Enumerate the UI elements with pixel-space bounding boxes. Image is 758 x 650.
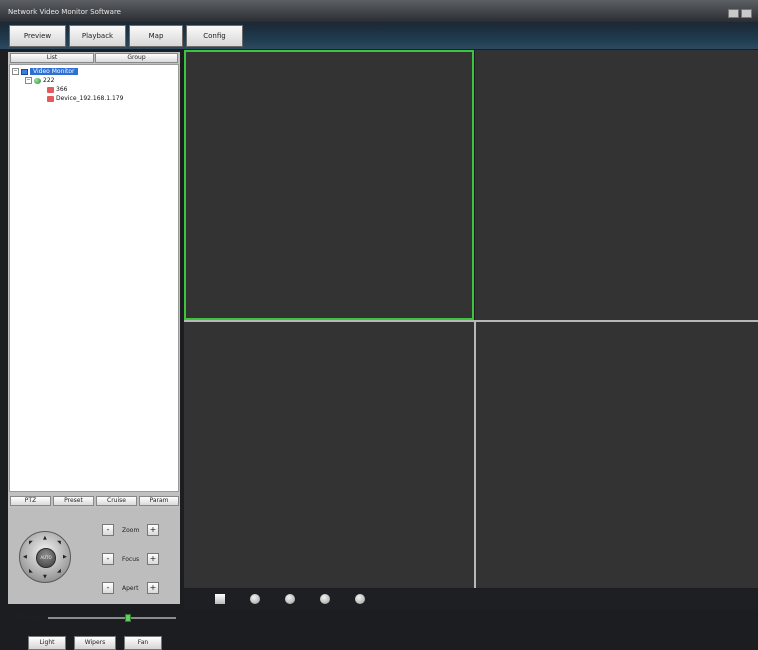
tab-config[interactable]: Config	[186, 25, 243, 47]
arrow-right-icon[interactable]: ▶	[63, 554, 67, 560]
globe-icon	[34, 77, 41, 84]
light-button[interactable]: Light	[28, 636, 66, 650]
next-icon[interactable]	[320, 594, 330, 604]
tree-root-label: Video Monitor	[30, 68, 78, 75]
tree-device-label: 366	[56, 86, 68, 93]
tab-param[interactable]: Param	[139, 496, 179, 506]
ptz-speed-handle[interactable]	[124, 614, 131, 622]
arrow-down-right-icon[interactable]: ◢	[57, 568, 61, 574]
title-bar: Network Video Monitor Software	[0, 0, 758, 22]
ptz-speed-label: PTZ Speed	[13, 614, 46, 621]
arrow-up-left-icon[interactable]: ◤	[29, 540, 33, 546]
arrow-up-icon[interactable]: ▲	[43, 535, 47, 541]
collapse-icon[interactable]: −	[25, 77, 32, 84]
tab-preset[interactable]: Preset	[53, 496, 94, 506]
device-tree[interactable]: − Video Monitor − 222 366 Device_192.168.1…	[9, 64, 179, 492]
tree-device-label: Device_192.168.1.179	[56, 95, 124, 102]
sidebar: List Group − Video Monitor − 222 366 Devic…	[8, 52, 180, 650]
video-pane-1[interactable]	[184, 50, 474, 320]
tab-playback[interactable]: Playback	[69, 25, 126, 47]
focus-label: Focus	[122, 556, 140, 563]
grid-layout-icon[interactable]	[215, 594, 225, 604]
aperture-plus-button[interactable]: +	[147, 582, 159, 594]
video-pane-3[interactable]	[184, 322, 474, 588]
tab-map[interactable]: Map	[129, 25, 183, 47]
arrow-down-left-icon[interactable]: ◣	[29, 568, 33, 574]
video-pane-4[interactable]	[476, 322, 758, 588]
focus-minus-button[interactable]: -	[102, 553, 114, 565]
arrow-down-icon[interactable]: ▼	[43, 574, 47, 580]
arrow-up-right-icon[interactable]: ◥	[57, 540, 61, 546]
monitor-icon	[21, 68, 28, 75]
tree-root[interactable]: − Video Monitor	[12, 67, 78, 76]
tab-list[interactable]: List	[10, 53, 94, 63]
tree-group-label: 222	[43, 77, 55, 84]
aperture-label: Apert	[122, 585, 139, 592]
aperture-minus-button[interactable]: -	[102, 582, 114, 594]
fullscreen-icon[interactable]	[355, 594, 365, 604]
tab-group[interactable]: Group	[95, 53, 178, 63]
ptz-direction-pad[interactable]: ▲ ▼ ◀ ▶ ◤ ◥ ◣ ◢ AUTO	[19, 531, 71, 583]
arrow-left-icon[interactable]: ◀	[23, 554, 27, 560]
stop-all-icon[interactable]	[250, 594, 260, 604]
collapse-icon[interactable]: −	[12, 68, 19, 75]
previous-icon[interactable]	[285, 594, 295, 604]
tree-group[interactable]: − 222	[25, 76, 54, 85]
tree-device-192[interactable]: Device_192.168.1.179	[47, 94, 123, 103]
ptz-panel: ▲ ▼ ◀ ▶ ◤ ◥ ◣ ◢ AUTO - Zoom + - Focus + …	[8, 508, 180, 650]
tab-preview[interactable]: Preview	[9, 25, 66, 47]
zoom-plus-button[interactable]: +	[147, 524, 159, 536]
fan-button[interactable]: Fan	[124, 636, 162, 650]
zoom-minus-button[interactable]: -	[102, 524, 114, 536]
window-title: Network Video Monitor Software	[8, 8, 121, 16]
camera-icon	[47, 95, 54, 102]
tree-device-366[interactable]: 366	[47, 85, 67, 94]
close-button[interactable]	[741, 9, 752, 18]
playback-toolbar	[184, 589, 758, 609]
camera-icon	[47, 86, 54, 93]
zoom-label: Zoom	[122, 527, 140, 534]
video-pane-2[interactable]	[475, 50, 758, 320]
ptz-speed-slider[interactable]	[48, 614, 176, 622]
focus-plus-button[interactable]: +	[147, 553, 159, 565]
ptz-auto-button[interactable]: AUTO	[36, 548, 56, 568]
main-nav: Preview Playback Map Config	[0, 22, 758, 49]
wipers-button[interactable]: Wipers	[74, 636, 116, 650]
tab-ptz[interactable]: PTZ	[10, 496, 51, 506]
tab-cruise[interactable]: Cruise	[96, 496, 137, 506]
minimize-button[interactable]	[728, 9, 739, 18]
